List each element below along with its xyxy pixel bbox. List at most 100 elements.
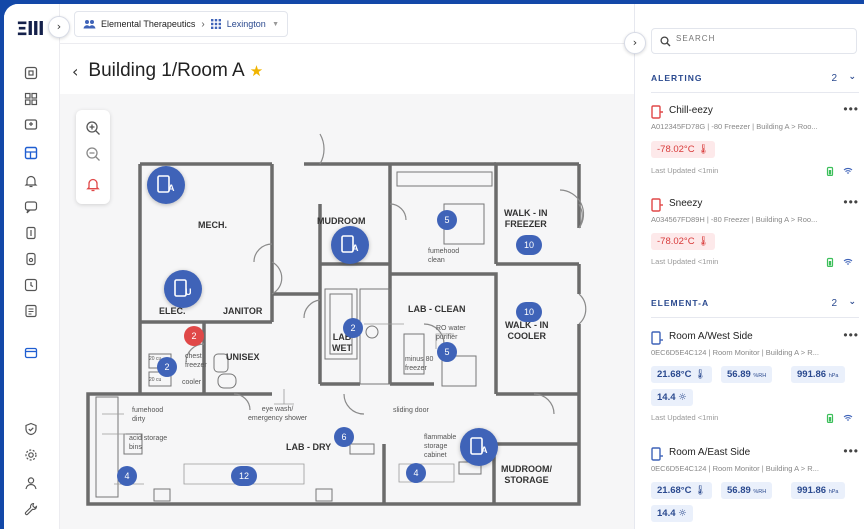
device-name[interactable]: Room A/West Side: [669, 331, 753, 342]
wifi-icon: [843, 258, 853, 265]
room-label-mudroom: MUDROOM: [317, 216, 366, 226]
device-meta: A034567FD89H | -80 Freezer | Building A …: [651, 215, 818, 224]
section-title: ALERTING: [651, 73, 703, 83]
note-eyewash: eye wash/ emergency shower: [248, 406, 308, 422]
more-options-icon[interactable]: •••: [843, 102, 859, 116]
chevron-down-icon[interactable]: ⌄: [848, 72, 857, 82]
note-fumehood-clean: fumehood clean: [428, 248, 460, 264]
count-badge[interactable]: 5: [437, 210, 457, 230]
count-badge[interactable]: 12: [231, 466, 257, 486]
count-badge[interactable]: 4: [406, 463, 426, 483]
last-updated: Last Updated <1min: [651, 257, 719, 266]
humidity-reading: 56.89 %RH: [721, 482, 773, 499]
device-card-room-a-east[interactable]: Room A/East Side ••• 0EC6D5E4C124 | Room…: [651, 444, 859, 529]
last-updated: Last Updated <1min: [651, 166, 719, 175]
light-reading: 14.4 ☼: [651, 505, 693, 522]
last-updated: Last Updated <1min: [651, 413, 719, 422]
panel-expand-button[interactable]: ›: [624, 32, 646, 54]
note-chest-freezer: chest freezer: [185, 353, 207, 369]
favorite-star-icon[interactable]: ★: [250, 62, 263, 80]
device-name[interactable]: Chill-eezy: [669, 105, 713, 116]
page-header: ‹ Building 1/Room A ★: [72, 60, 263, 82]
device-panel: ALERTING 2 ⌄ Chill-eezy ••• A012345FD78G…: [634, 4, 864, 529]
temperature-reading: 21.68°C 🌡: [651, 366, 713, 383]
wifi-icon: [843, 167, 853, 174]
more-options-icon[interactable]: •••: [843, 328, 859, 342]
device-card-chill-eezy[interactable]: Chill-eezy ••• A012345FD78G | -80 Freeze…: [651, 102, 859, 185]
temperature-reading-alert: -78.02°C 🌡: [651, 233, 716, 250]
alert-sensor-icon: [651, 198, 663, 212]
thermometer-icon: 🌡: [697, 144, 710, 155]
count-badge[interactable]: 6: [334, 427, 354, 447]
alert-count-badge[interactable]: 2: [184, 326, 204, 346]
wifi-icon: [843, 414, 853, 421]
humidity-reading: 56.89 %RH: [721, 366, 773, 383]
room-monitor-icon: [651, 447, 663, 461]
light-reading: 14.4 ☼: [651, 389, 693, 406]
thermometer-icon: 🌡: [697, 236, 710, 247]
device-card-sneezy[interactable]: Sneezy ••• A034567FD89H | -80 Freezer | …: [651, 195, 859, 268]
room-monitor-icon: [651, 331, 663, 345]
device-marker-mudroom[interactable]: A: [331, 226, 369, 264]
count-badge[interactable]: 10: [516, 235, 542, 255]
section-header-element-a[interactable]: ELEMENT-A 2 ⌄: [651, 297, 859, 312]
device-badge-letter: A: [168, 183, 175, 193]
count-badge[interactable]: 10: [516, 302, 542, 322]
battery-icon: [826, 166, 834, 176]
room-label-lab-dry: LAB - DRY: [286, 442, 332, 452]
chevron-down-icon[interactable]: ⌄: [848, 297, 857, 307]
search-icon: [660, 36, 671, 47]
device-marker-storage[interactable]: A: [460, 428, 498, 466]
room-label-walkin-cooler: WALK - IN COOLER: [505, 320, 549, 341]
pressure-reading: 991.86 hPa: [791, 366, 845, 383]
pressure-reading: 991.86 hPa: [791, 482, 845, 499]
room-label-mudroom-storage: MUDROOM/ STORAGE: [501, 464, 552, 485]
room-label-janitor: JANITOR: [223, 306, 263, 316]
alert-sensor-icon: [651, 105, 663, 119]
divider: [651, 317, 859, 318]
thermometer-icon: 🌡: [694, 369, 707, 380]
rail-expand-button[interactable]: ›: [48, 16, 70, 38]
device-meta: 0EC6D5E4C124 | Room Monitor | Building A…: [651, 464, 819, 473]
back-icon[interactable]: ‹: [72, 62, 78, 81]
more-options-icon[interactable]: •••: [843, 444, 859, 458]
temperature-reading: 21.68°C 🌡: [651, 482, 713, 499]
battery-icon: [826, 257, 834, 267]
divider: [651, 92, 859, 93]
section-header-alerting[interactable]: ALERTING 2 ⌄: [651, 72, 859, 87]
search-input[interactable]: [676, 34, 846, 43]
note-cooler: cooler: [182, 379, 202, 386]
battery-icon: [826, 413, 834, 423]
count-badge[interactable]: 2: [157, 357, 177, 377]
note-flammable-cabinet: flammable storage cabinet: [424, 434, 457, 459]
note-sliding-door: sliding door: [393, 407, 429, 414]
more-options-icon[interactable]: •••: [843, 195, 859, 209]
device-name[interactable]: Room A/East Side: [669, 447, 750, 458]
device-marker-mech[interactable]: A: [147, 166, 185, 204]
thermometer-icon: 🌡: [694, 485, 707, 496]
note-ro-water: RO water purifier: [436, 325, 466, 341]
room-label-unisex: UNISEX: [226, 352, 260, 362]
count-badge[interactable]: 5: [437, 342, 457, 362]
note-acid-storage: acid storage bins: [129, 435, 168, 451]
section-count: 2: [831, 73, 837, 84]
device-name[interactable]: Sneezy: [669, 198, 702, 209]
section-title: ELEMENT-A: [651, 298, 710, 308]
device-marker-elec[interactable]: U: [164, 270, 202, 308]
room-label-walkin-freezer: WALK - IN FREEZER: [504, 208, 548, 229]
page-title: Building 1/Room A: [88, 60, 245, 81]
sun-icon: ☼: [678, 392, 687, 403]
alert-bell-icon[interactable]: [85, 176, 101, 192]
device-card-room-a-west[interactable]: Room A/West Side ••• 0EC6D5E4C124 | Room…: [651, 328, 859, 427]
temperature-reading-alert: -78.02°C 🌡: [651, 141, 716, 158]
room-label-mech: MECH.: [198, 220, 227, 230]
count-badge[interactable]: 2: [343, 318, 363, 338]
device-badge-letter: A: [352, 243, 359, 253]
note-20cu-b: 20 cu: [149, 377, 162, 383]
section-count: 2: [831, 298, 837, 309]
search-box[interactable]: [651, 28, 857, 54]
zoom-in-icon[interactable]: [85, 120, 101, 136]
zoom-out-icon[interactable]: [85, 146, 101, 162]
count-badge[interactable]: 4: [117, 466, 137, 486]
app-window: Ξlll › Elemental Therapeutics › Lexingto…: [4, 4, 864, 529]
